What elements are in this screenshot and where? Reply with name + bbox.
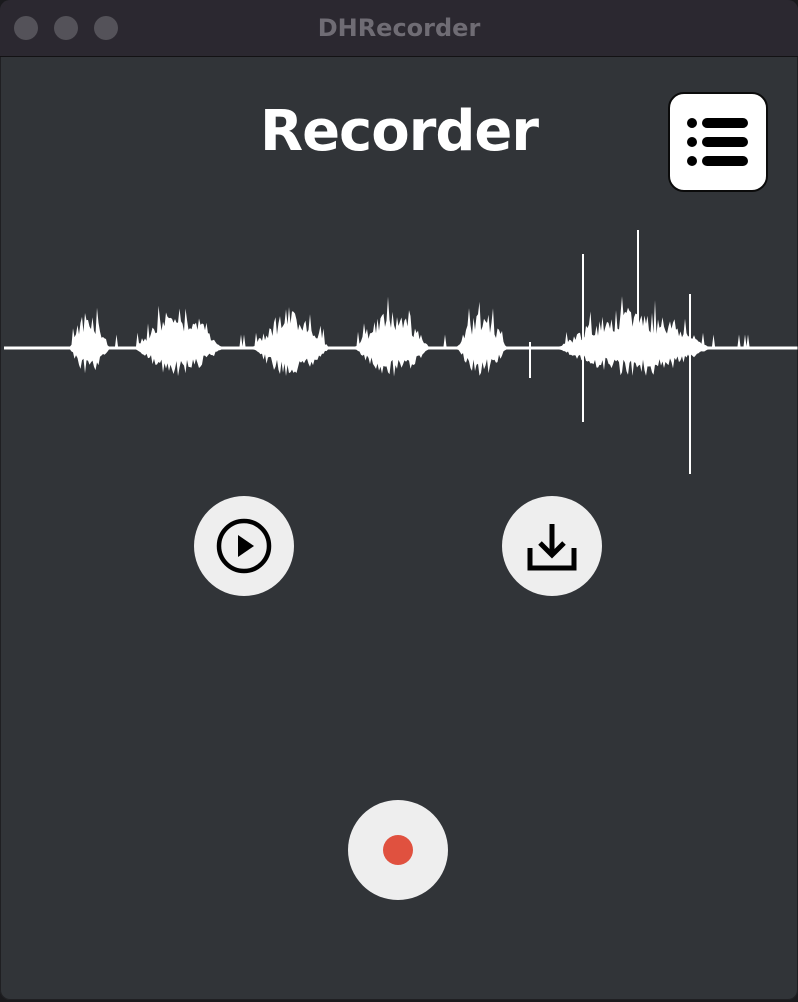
audio-waveform	[4, 230, 798, 474]
app-window: DHRecorder Recorder	[0, 0, 798, 1000]
play-circle-icon	[216, 518, 272, 574]
download-icon	[527, 524, 577, 571]
title-bar[interactable]: DHRecorder	[0, 0, 798, 57]
recordings-list-button[interactable]	[668, 92, 768, 192]
list-bullet-icon	[687, 118, 748, 166]
window-title: DHRecorder	[317, 14, 481, 42]
waveform-envelope	[4, 296, 798, 377]
play-button[interactable]	[194, 496, 294, 596]
record-button[interactable]	[348, 800, 448, 900]
download-button[interactable]	[502, 496, 602, 596]
record-dot-icon	[383, 835, 413, 865]
